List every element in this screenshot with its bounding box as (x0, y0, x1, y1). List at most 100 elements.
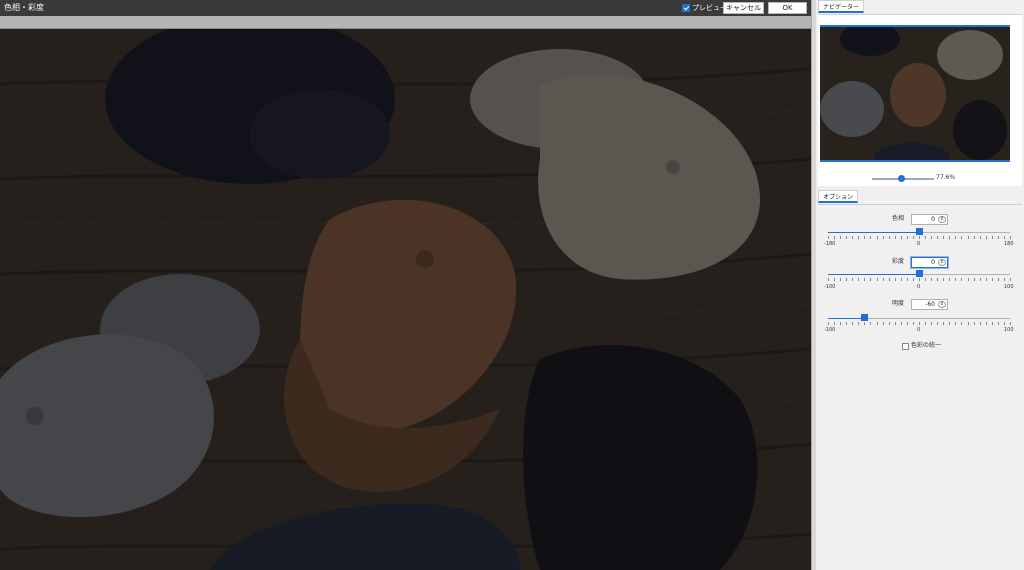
slider-tick (852, 322, 854, 325)
caps-photo (0, 29, 811, 570)
slider-tick (828, 236, 829, 239)
canvas-ruler-strip (0, 16, 811, 29)
slider-tick (876, 236, 878, 239)
slider-tick (949, 236, 951, 239)
slider-tick (840, 278, 842, 281)
slider-tick (834, 236, 836, 239)
preview-label: プレビュー (692, 4, 727, 12)
slider-tick (937, 322, 939, 325)
unify-color-checkbox[interactable] (902, 342, 909, 350)
slider-tick (979, 236, 981, 239)
slider-tick (991, 236, 993, 239)
saturation-ticks (828, 278, 1011, 282)
hue-max-label: 180 (1004, 241, 1014, 247)
slider-tick (997, 236, 999, 239)
slider-tick (1010, 236, 1011, 239)
slider-tick (925, 322, 927, 325)
slider-tick (864, 236, 866, 239)
saturation-slider-handle[interactable] (916, 270, 923, 277)
saturation-min-label: -100 (824, 284, 836, 290)
lightness-value: -60 (925, 301, 935, 308)
image-canvas[interactable] (0, 29, 811, 570)
slider-tick (949, 278, 951, 281)
slider-tick (888, 236, 890, 239)
lightness-ticks (828, 322, 1011, 326)
slider-tick (870, 322, 872, 325)
slider-tick (882, 278, 884, 281)
slider-tick (955, 322, 957, 325)
slider-tick (852, 278, 854, 281)
slider-tick (985, 236, 987, 239)
slider-tick (912, 236, 914, 239)
slider-tick (937, 278, 939, 281)
slider-tick (846, 278, 848, 281)
saturation-input[interactable]: 0 ⇕ (910, 256, 949, 269)
hue-min-label: -180 (824, 241, 836, 247)
saturation-mid-label: 0 (917, 284, 921, 290)
unify-color-label: 色彩の統一 (911, 342, 942, 349)
navigator-panel: 77.6% (818, 14, 1022, 186)
unify-color-toggle[interactable]: 色彩の統一 (902, 341, 941, 351)
preview-toggle[interactable]: プレビュー (682, 2, 727, 14)
slider-tick (1010, 322, 1011, 325)
slider-tick (858, 278, 860, 281)
side-panel: ナビゲーター 77.6% オプション 色相 0 ⇕ -180 0 180 彩度 … (816, 0, 1024, 570)
slider-tick (979, 322, 981, 325)
tab-navigator[interactable]: ナビゲーター (818, 0, 865, 13)
title-bar: 色相・彩度 プレビュー キャンセル OK (0, 0, 811, 16)
tab-options[interactable]: オプション (818, 190, 859, 203)
preview-checkbox[interactable] (682, 4, 690, 12)
slider-tick (834, 278, 836, 281)
slider-tick (979, 278, 981, 281)
hue-spinner-icon[interactable]: ⇕ (938, 216, 946, 223)
slider-tick (961, 322, 963, 325)
slider-tick (967, 322, 969, 325)
slider-tick (1003, 278, 1005, 281)
slider-tick (876, 322, 878, 325)
lightness-input[interactable]: -60 ⇕ (911, 299, 948, 310)
slider-tick (1010, 278, 1011, 281)
slider-tick (900, 278, 902, 281)
slider-tick (943, 322, 945, 325)
lightness-max-label: 100 (1004, 327, 1014, 333)
slider-tick (931, 322, 933, 325)
options-panel: 色相 0 ⇕ -180 0 180 彩度 0 ⇕ -100 0 100 明度 -… (818, 204, 1022, 570)
slider-tick (906, 278, 908, 281)
zoom-slider-handle[interactable] (898, 175, 905, 182)
slider-tick (912, 278, 914, 281)
slider-tick (894, 236, 896, 239)
hue-mid-label: 0 (917, 241, 921, 247)
slider-tick (846, 236, 848, 239)
slider-tick (973, 236, 975, 239)
cancel-button[interactable]: キャンセル (723, 2, 764, 14)
ok-button[interactable]: OK (768, 2, 807, 14)
lightness-slider-handle[interactable] (861, 314, 869, 321)
slider-tick (864, 278, 866, 281)
slider-tick (906, 236, 908, 239)
lightness-slider-track[interactable] (828, 318, 1010, 319)
slider-tick (997, 322, 999, 325)
hue-input[interactable]: 0 ⇕ (911, 214, 948, 225)
slider-tick (973, 278, 975, 281)
saturation-max-label: 100 (1004, 284, 1014, 290)
hue-slider-handle[interactable] (916, 228, 923, 235)
zoom-level: 77.6% (936, 174, 956, 181)
slider-tick (919, 322, 920, 325)
slider-tick (876, 278, 878, 281)
slider-tick (949, 322, 951, 325)
saturation-slider-fill (828, 274, 919, 275)
hue-saturation-dialog: 色相・彩度 プレビュー キャンセル OK ナビゲーター 77.6% オプション … (0, 0, 1024, 570)
slider-tick (931, 278, 933, 281)
slider-tick (967, 278, 969, 281)
slider-tick (955, 278, 957, 281)
slider-tick (1003, 236, 1005, 239)
saturation-spinner-icon[interactable]: ⇕ (938, 259, 946, 266)
navigator-preview-image (820, 27, 1010, 160)
slider-tick (931, 236, 933, 239)
slider-tick (828, 278, 829, 281)
lightness-spinner-icon[interactable]: ⇕ (938, 301, 946, 308)
lightness-min-label: -100 (824, 327, 836, 333)
navigator-thumbnail[interactable] (820, 25, 1010, 162)
slider-tick (852, 236, 854, 239)
slider-tick (828, 322, 829, 325)
